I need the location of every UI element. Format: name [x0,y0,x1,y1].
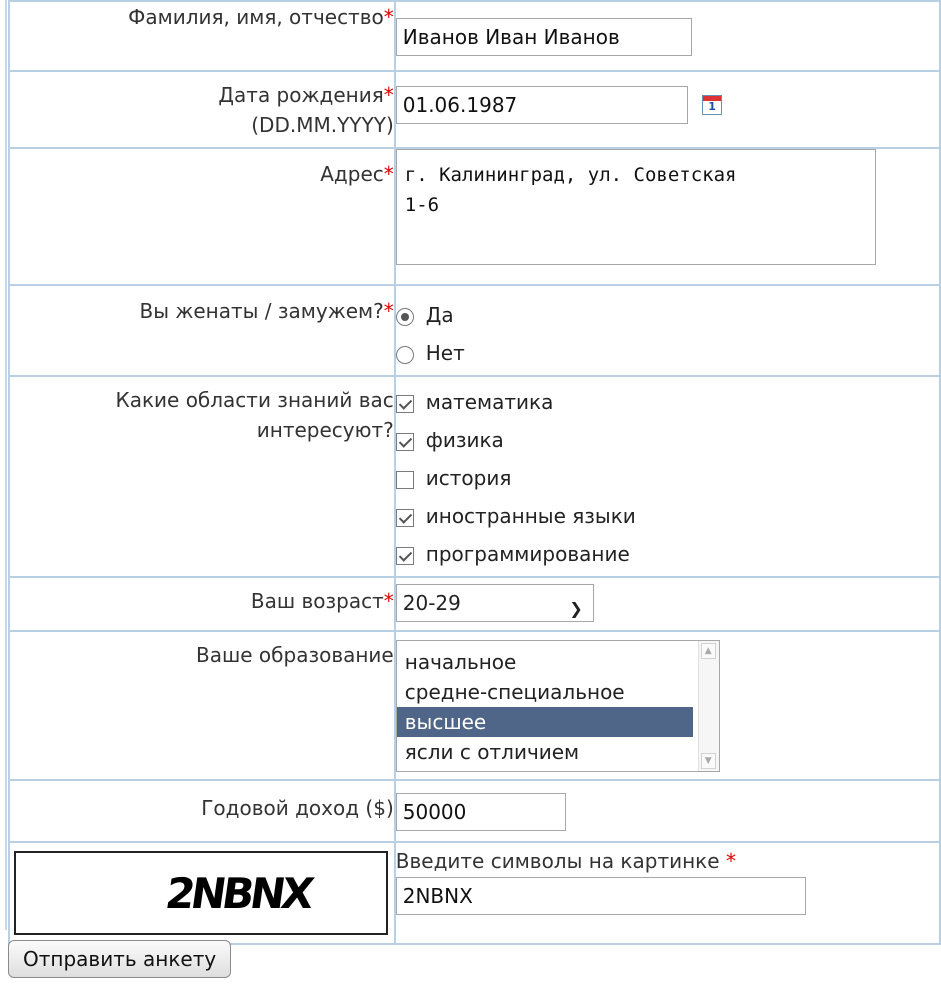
radio-no[interactable] [395,345,414,364]
required-mark: * [383,589,394,613]
education-listbox[interactable]: начальное средне-специальное высшее ясли… [395,640,720,772]
birth-field-cell: 01.06.1987 1 [393,70,941,149]
left-rule [5,0,7,930]
interest-option-history[interactable]: история [395,459,939,497]
age-field-cell: 20-29 ❯ [393,576,941,632]
address-label: Адрес [320,162,384,186]
radio-yes-label: Да [425,303,454,327]
checkbox-label: математика [425,390,554,414]
education-option[interactable]: начальное [397,647,693,677]
birth-label-cell: Дата рождения* (DD.MM.YYYY) [8,70,396,149]
interest-option-languages[interactable]: иностранные языки [395,497,939,535]
row-age: Ваш возраст* 20-29 ❯ [8,576,941,632]
married-field-cell: Да Нет [393,284,941,377]
captcha-field-cell: Введите символы на картинке * 2NBNX [393,841,941,945]
checkbox-history[interactable] [395,470,414,489]
captcha-label: Введите символы на картинке [395,849,720,873]
education-label-cell: Ваше образование [8,630,396,781]
education-field-cell: начальное средне-специальное высшее ясли… [393,630,941,781]
radio-option-no[interactable]: Нет [395,334,939,372]
required-mark: * [725,849,736,873]
checkbox-label: программирование [425,542,630,566]
education-label: Ваше образование [195,643,394,667]
captcha-image-cell: 2NBNX [8,841,396,945]
birth-date-input[interactable]: 01.06.1987 [395,86,688,124]
checkbox-label: физика [425,428,504,452]
interests-label-line2: интересуют? [256,418,394,442]
radio-yes[interactable] [395,307,414,326]
row-education: Ваше образование начальное средне-специа… [8,630,941,781]
married-label: Вы женаты / замужем? [139,299,384,323]
checkbox-physics[interactable] [395,432,414,451]
required-mark: * [383,299,394,323]
fio-input[interactable]: Иванов Иван Иванов [395,18,692,56]
row-captcha: 2NBNX Введите символы на картинке * 2NBN… [8,841,941,945]
chevron-down-icon: ❯ [569,599,583,618]
income-label-cell: Годовой доход ($) [8,779,396,843]
interest-option-programming[interactable]: программирование [395,535,939,573]
calendar-icon[interactable]: 1 [702,95,723,115]
checkbox-label: иностранные языки [425,504,636,528]
age-select-value: 20-29 [402,591,461,615]
interests-field-cell: математика физика история иностранные яз… [393,375,941,578]
captcha-text: 2NBNX [162,869,314,918]
captcha-input[interactable]: 2NBNX [395,877,806,915]
row-interests: Какие области знаний вас интересуют? мат… [8,375,941,578]
interests-label-line1: Какие области знаний вас [115,388,394,412]
questionnaire-form: Фамилия, имя, отчество* Иванов Иван Иван… [8,0,941,945]
fio-field-cell: Иванов Иван Иванов [393,0,941,72]
required-mark: * [383,162,394,186]
address-textarea[interactable]: г. Калининград, ул. Советская 1-6 [395,149,876,265]
education-option[interactable]: средне-специальное [397,677,693,707]
address-label-cell: Адрес* [8,147,396,286]
checkbox-math[interactable] [395,394,414,413]
interest-option-math[interactable]: математика [395,383,939,421]
checkbox-label: история [425,466,512,490]
interest-option-physics[interactable]: физика [395,421,939,459]
row-income: Годовой доход ($) 50000 [8,779,941,843]
birth-label: Дата рождения [218,83,384,107]
captcha-image: 2NBNX [14,851,388,935]
radio-no-label: Нет [425,341,465,365]
age-label-cell: Ваш возраст* [8,576,396,632]
age-label: Ваш возраст [250,589,384,613]
scroll-down-icon[interactable]: ▼ [700,753,716,769]
required-mark: * [383,5,394,29]
checkbox-languages[interactable] [395,508,414,527]
birth-format-hint: (DD.MM.YYYY) [251,113,394,137]
radio-option-yes[interactable]: Да [395,296,939,334]
row-address: Адрес* г. Калининград, ул. Советская 1-6 [8,147,941,286]
row-fio: Фамилия, имя, отчество* Иванов Иван Иван… [8,0,941,72]
required-mark: * [383,83,394,107]
address-field-cell: г. Калининград, ул. Советская 1-6 [393,147,941,286]
age-select[interactable]: 20-29 ❯ [395,584,594,622]
income-label: Годовой доход ($) [201,796,394,820]
education-option-selected[interactable]: высшее [396,707,693,737]
education-option[interactable]: ясли с отличием [397,737,693,767]
submit-button[interactable]: Отправить анкету [8,940,232,978]
scroll-up-icon[interactable]: ▲ [700,643,716,659]
row-married: Вы женаты / замужем?* Да Нет [8,284,941,377]
income-input[interactable]: 50000 [395,793,566,831]
married-label-cell: Вы женаты / замужем?* [8,284,396,377]
fio-label-cell: Фамилия, имя, отчество* [8,0,396,72]
fio-label: Фамилия, имя, отчество [128,5,384,29]
row-birth: Дата рождения* (DD.MM.YYYY) 01.06.1987 1 [8,70,941,149]
checkbox-programming[interactable] [395,546,414,565]
interests-label-cell: Какие области знаний вас интересуют? [8,375,396,578]
income-field-cell: 50000 [393,779,941,843]
education-scrollbar[interactable]: ▲ ▼ [697,641,719,771]
